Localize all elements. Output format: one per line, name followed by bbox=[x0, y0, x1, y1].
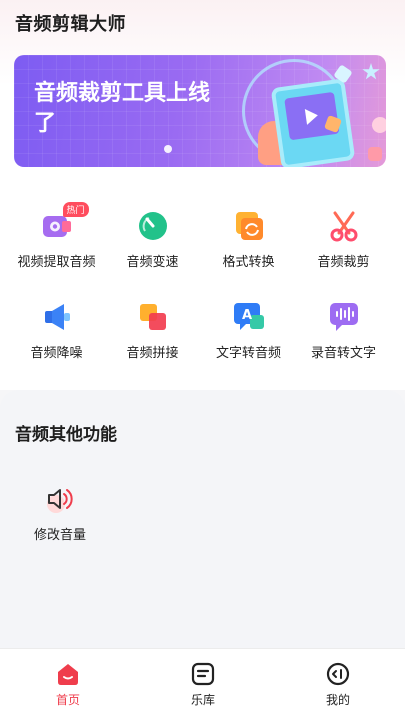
play-icon bbox=[304, 107, 319, 125]
video-extract-icon: 热门 bbox=[40, 202, 89, 243]
feature-label: 音频拼接 bbox=[126, 346, 179, 361]
banner-tablet-illustration bbox=[270, 78, 356, 167]
feature-label: 音频降噪 bbox=[30, 346, 83, 361]
merge-icon bbox=[136, 300, 170, 334]
feature-audio-denoise[interactable]: 音频降噪 bbox=[6, 300, 107, 361]
feature-label: 音频变速 bbox=[126, 255, 179, 270]
hot-badge: 热门 bbox=[62, 202, 89, 217]
scissors-icon bbox=[327, 209, 361, 243]
banner-dot-decoration bbox=[164, 145, 172, 153]
feature-voice-to-text[interactable]: 录音转文字 bbox=[293, 300, 394, 361]
feature-label: 修改音量 bbox=[33, 528, 86, 543]
feature-audio-cut[interactable]: 音频裁剪 bbox=[293, 209, 394, 270]
feature-modify-volume[interactable]: 修改音量 bbox=[20, 482, 100, 543]
nav-label: 我的 bbox=[325, 693, 350, 707]
volume-icon bbox=[43, 482, 77, 516]
library-icon bbox=[190, 661, 216, 687]
feature-label: 格式转换 bbox=[222, 255, 275, 270]
convert-icon bbox=[232, 209, 266, 243]
promo-banner[interactable]: 音频裁剪工具上线了 bbox=[14, 55, 386, 167]
speaker-icon bbox=[40, 300, 74, 334]
bottom-nav: 首页 乐库 我的 bbox=[0, 648, 405, 720]
nav-label: 乐库 bbox=[190, 693, 215, 707]
voice-to-text-icon bbox=[327, 300, 361, 334]
home-icon bbox=[55, 661, 81, 687]
feature-audio-speed[interactable]: 音频变速 bbox=[102, 209, 203, 270]
speed-icon bbox=[136, 209, 170, 243]
feature-label: 文字转音频 bbox=[215, 346, 281, 361]
nav-profile[interactable]: 我的 bbox=[298, 661, 378, 708]
section-title: 音频其他功能 bbox=[15, 425, 117, 445]
banner-title: 音频裁剪工具上线了 bbox=[34, 81, 211, 136]
text-to-audio-icon: A bbox=[232, 300, 266, 334]
feature-label: 音频裁剪 bbox=[317, 255, 370, 270]
banner-cube-decoration bbox=[368, 147, 382, 161]
feature-format-convert[interactable]: 格式转换 bbox=[198, 209, 299, 270]
svg-text:A: A bbox=[241, 308, 251, 323]
banner-bubble-decoration bbox=[372, 117, 386, 133]
feature-audio-merge[interactable]: 音频拼接 bbox=[102, 300, 203, 361]
other-functions-card: 音频其他功能 修改音量 bbox=[0, 390, 405, 650]
profile-icon bbox=[325, 661, 351, 687]
feature-label: 视频提取音频 bbox=[17, 255, 96, 270]
feature-video-extract-audio[interactable]: 热门 视频提取音频 bbox=[6, 202, 107, 270]
feature-text-to-audio[interactable]: A 文字转音频 bbox=[198, 300, 299, 361]
app-title: 音频剪辑大师 bbox=[15, 14, 126, 35]
nav-library[interactable]: 乐库 bbox=[163, 661, 243, 708]
nav-label: 首页 bbox=[55, 693, 80, 707]
nav-home[interactable]: 首页 bbox=[28, 661, 108, 708]
feature-label: 录音转文字 bbox=[310, 346, 376, 361]
